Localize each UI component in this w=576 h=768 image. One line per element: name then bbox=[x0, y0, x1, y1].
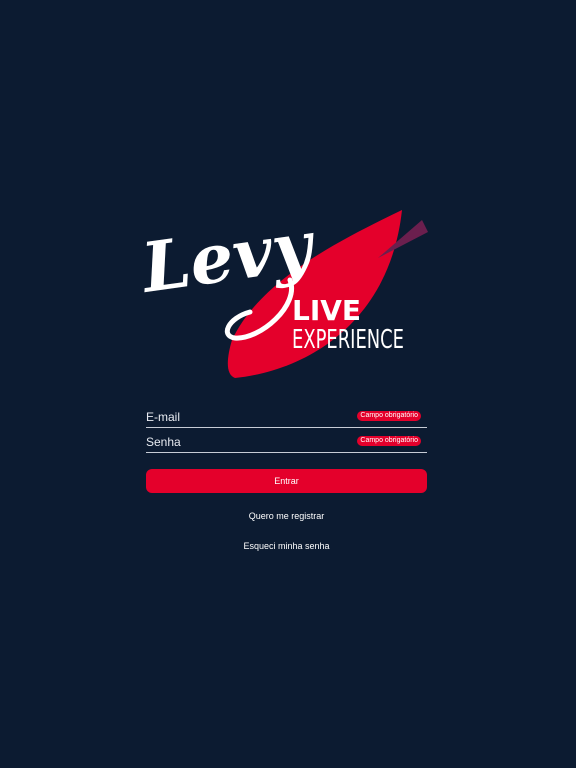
email-required-badge: Campo obrigatório bbox=[357, 411, 421, 421]
logo-experience-text: EXPERIENCE bbox=[292, 325, 404, 355]
logo-graphic: Levy LIVE EXPERIENCE bbox=[140, 205, 428, 378]
logo-live-text: LIVE bbox=[292, 294, 361, 327]
register-link[interactable]: Quero me registrar bbox=[146, 511, 427, 521]
email-input[interactable] bbox=[146, 409, 356, 425]
password-required-badge: Campo obrigatório bbox=[357, 436, 421, 446]
levy-live-experience-logo: Levy LIVE EXPERIENCE bbox=[140, 200, 440, 390]
email-field: Campo obrigatório bbox=[146, 405, 427, 428]
password-field: Campo obrigatório bbox=[146, 430, 427, 453]
login-button[interactable]: Entrar bbox=[146, 469, 427, 493]
password-input[interactable] bbox=[146, 434, 356, 450]
forgot-password-link[interactable]: Esqueci minha senha bbox=[146, 541, 427, 551]
